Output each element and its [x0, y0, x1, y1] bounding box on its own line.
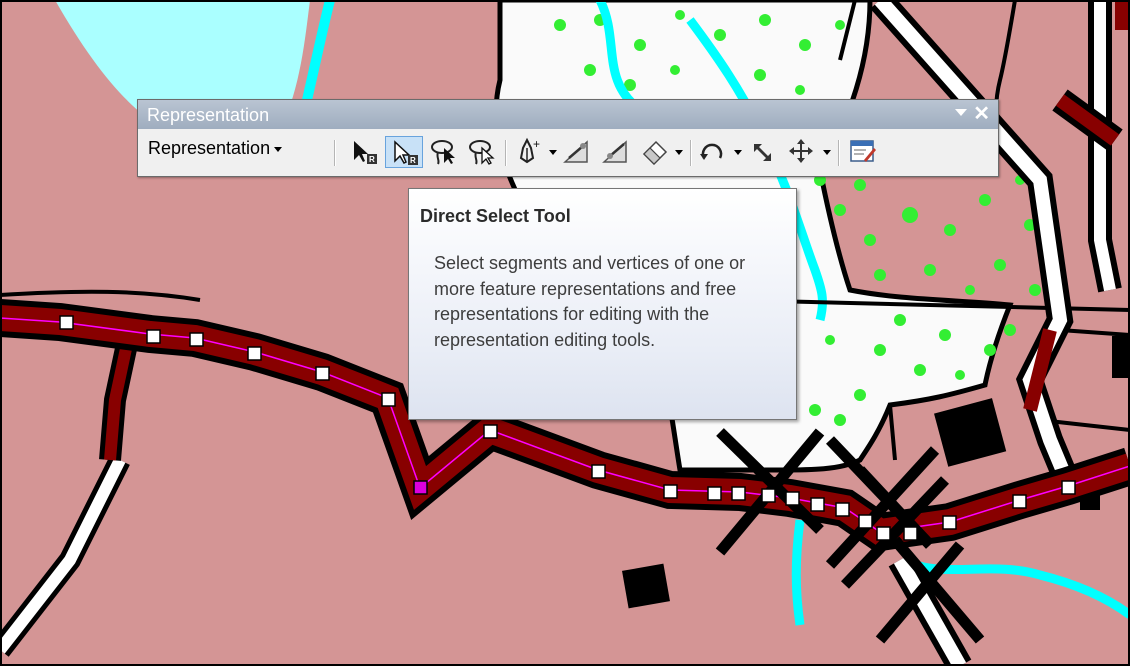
toolbar-separator — [690, 140, 692, 166]
svg-text:+: + — [533, 137, 540, 151]
resize-tool-button[interactable] — [746, 136, 780, 168]
vertex[interactable] — [707, 486, 722, 501]
vertex[interactable] — [731, 486, 746, 501]
edit-tool-button[interactable] — [561, 136, 595, 168]
vertex[interactable] — [146, 329, 161, 344]
rotate-tool-button[interactable] — [696, 136, 730, 168]
chevron-down-icon[interactable] — [549, 150, 557, 155]
vertex[interactable] — [810, 497, 825, 512]
representation-toolbar[interactable]: Representation ✕ Representation R R + — [137, 99, 999, 177]
chevron-down-icon[interactable] — [675, 150, 683, 155]
toolbar-title: Representation — [147, 105, 270, 125]
lasso-direct-select-tool-icon — [469, 140, 495, 165]
edit-tool-icon — [563, 140, 588, 163]
chevron-down-icon — [274, 146, 283, 152]
toolbar-separator — [838, 140, 840, 166]
close-icon[interactable]: ✕ — [973, 102, 990, 126]
vertex[interactable] — [591, 464, 606, 479]
vertex[interactable] — [381, 392, 396, 407]
tooltip: Direct Select Tool Select segments and v… — [408, 188, 797, 420]
select-tool-icon: R — [354, 141, 377, 164]
chevron-down-icon[interactable] — [734, 150, 742, 155]
add-vertex-tool-button[interactable]: + — [513, 136, 547, 168]
rotate-icon — [700, 143, 723, 160]
tooltip-body: Select segments and vertices of one or m… — [434, 253, 746, 350]
resize-icon — [754, 144, 771, 161]
toolbar-options-icon[interactable] — [955, 109, 967, 116]
direct-select-tool-icon: R — [394, 140, 418, 165]
vertex[interactable] — [189, 332, 204, 347]
toolbar-row: Representation R R + — [138, 129, 998, 176]
vertex[interactable] — [1012, 494, 1027, 509]
vertex[interactable] — [483, 424, 498, 439]
edit-tool-button-2[interactable] — [600, 136, 634, 168]
vertex[interactable] — [1061, 480, 1076, 495]
vertex[interactable] — [315, 366, 330, 381]
eraser-tool-button[interactable] — [638, 136, 672, 168]
move-tool-button[interactable] — [785, 136, 819, 168]
move-icon — [789, 139, 813, 163]
vertex[interactable] — [663, 484, 678, 499]
lasso-select-tool-icon — [431, 140, 455, 165]
chevron-down-icon[interactable] — [823, 150, 831, 155]
vertex[interactable] — [942, 515, 957, 530]
lasso-direct-select-tool-button[interactable] — [466, 136, 500, 168]
edit-tool-icon — [602, 140, 627, 163]
representation-menu-label: Representation — [148, 138, 271, 158]
direct-select-tool-button[interactable]: R — [385, 136, 423, 168]
vertex[interactable] — [785, 491, 800, 506]
svg-text:R: R — [369, 155, 375, 164]
stream — [791, 519, 805, 626]
vertex-selected[interactable] — [413, 480, 428, 495]
properties-icon — [850, 140, 876, 162]
toolbar-separator — [334, 140, 336, 166]
representation-properties-button[interactable] — [846, 136, 880, 168]
select-tool-button[interactable]: R — [346, 136, 380, 168]
vertex[interactable] — [903, 526, 918, 541]
toolbar-titlebar[interactable]: Representation ✕ — [138, 100, 998, 129]
vertex[interactable] — [761, 488, 776, 503]
vertex[interactable] — [858, 514, 873, 529]
vertex[interactable] — [876, 526, 891, 541]
add-vertex-icon: + — [519, 137, 540, 164]
representation-menu-button[interactable]: Representation — [148, 138, 283, 159]
toolbar-separator — [505, 140, 507, 166]
vertex[interactable] — [835, 502, 850, 517]
eraser-icon — [642, 140, 668, 166]
vertex[interactable] — [247, 346, 262, 361]
svg-text:R: R — [410, 156, 416, 165]
lasso-select-tool-button[interactable] — [428, 136, 462, 168]
vertex[interactable] — [59, 315, 74, 330]
tooltip-title: Direct Select Tool — [420, 206, 571, 226]
